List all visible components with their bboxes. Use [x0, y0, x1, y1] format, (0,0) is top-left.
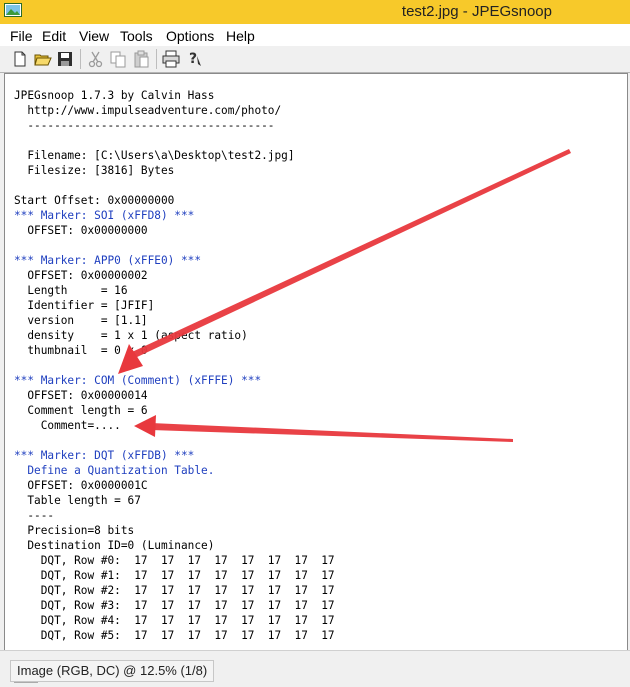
menu-file[interactable]: File	[10, 28, 33, 44]
paste-icon[interactable]	[132, 50, 150, 68]
copy-icon[interactable]	[109, 50, 127, 68]
annotation-arrow-2-head	[134, 415, 156, 437]
menu-edit[interactable]: Edit	[42, 28, 66, 44]
save-icon[interactable]	[56, 50, 74, 68]
status-image-info: Image (RGB, DC) @ 12.5% (1/8)	[10, 660, 215, 682]
status-bar: Image (RGB, DC) @ 12.5% (1/8)	[0, 650, 630, 686]
app-icon	[4, 3, 22, 17]
cut-icon[interactable]	[87, 50, 105, 68]
menu-help[interactable]: Help	[226, 28, 255, 44]
output-log-pane[interactable]: JPEGsnoop 1.7.3 by Calvin Hass http://ww…	[4, 73, 628, 652]
help-icon[interactable]: ?	[185, 50, 203, 68]
menu-view[interactable]: View	[79, 28, 109, 44]
new-icon[interactable]	[11, 50, 29, 68]
svg-text:?: ?	[189, 51, 197, 67]
title-bar[interactable]: test2.jpg - JPEGsnoop	[0, 0, 630, 24]
window-title: test2.jpg - JPEGsnoop	[401, 3, 552, 20]
toolbar: ?	[0, 46, 630, 73]
menu-bar: File Edit View Tools Options Help	[0, 24, 630, 47]
open-icon[interactable]	[34, 50, 52, 68]
menu-options[interactable]: Options	[166, 28, 214, 44]
annotation-arrow-1	[132, 149, 571, 358]
annotation-arrows	[118, 149, 571, 442]
annotation-arrow-2	[151, 423, 513, 442]
toolbar-separator	[156, 49, 157, 69]
annotation-arrow-1-head	[118, 344, 143, 374]
toolbar-separator	[80, 49, 81, 69]
print-icon[interactable]	[162, 50, 180, 68]
menu-tools[interactable]: Tools	[120, 28, 153, 44]
